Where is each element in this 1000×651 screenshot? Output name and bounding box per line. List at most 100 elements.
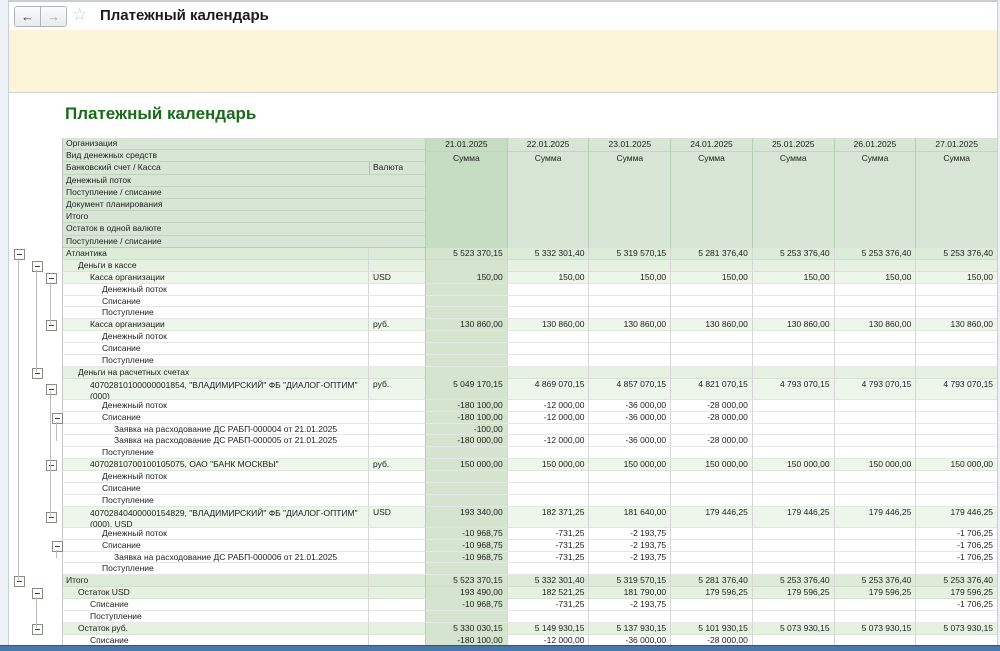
amount-cell[interactable] [588,495,670,507]
sum-header-cell[interactable]: Сумма [671,152,752,165]
currency-cell[interactable] [368,471,425,483]
row-label-cell[interactable]: Денежный поток [62,331,368,343]
date-column-header[interactable]: 21.01.2025Сумма [425,138,507,248]
amount-cell[interactable]: 150 000,00 [507,459,589,471]
amount-cell[interactable] [425,284,507,296]
amount-cell[interactable]: -180 100,00 [425,400,507,412]
amount-cell[interactable] [588,611,670,623]
currency-cell[interactable] [368,307,425,319]
amount-cell[interactable]: 130 860,00 [588,319,670,331]
amount-cell[interactable]: 5 137 930,15 [588,623,670,635]
date-column-header[interactable]: 25.01.2025Сумма [752,138,834,248]
amount-cell[interactable] [670,447,752,459]
amount-cell[interactable] [507,611,589,623]
amount-cell[interactable] [670,343,752,355]
amount-cell[interactable] [588,563,670,575]
amount-cell[interactable] [507,471,589,483]
amount-cell[interactable] [834,355,916,367]
amount-cell[interactable] [752,424,834,436]
amount-cell[interactable] [752,307,834,319]
amount-cell[interactable]: 5 281 376,40 [670,248,752,260]
amount-cell[interactable] [588,471,670,483]
amount-cell[interactable]: 5 073 930,15 [915,623,997,635]
amount-cell[interactable] [915,483,997,495]
amount-cell[interactable] [507,367,589,379]
amount-cell[interactable]: 179 596,25 [752,587,834,599]
currency-cell[interactable] [368,635,425,645]
amount-cell[interactable]: 150,00 [915,272,997,284]
date-column-header[interactable]: 22.01.2025Сумма [507,138,589,248]
amount-cell[interactable]: 130 860,00 [425,319,507,331]
amount-cell[interactable]: 5 253 376,40 [834,248,916,260]
amount-cell[interactable]: -731,25 [507,552,589,564]
amount-cell[interactable]: 5 253 376,40 [752,575,834,587]
forward-button[interactable]: → [40,7,66,26]
currency-cell[interactable]: руб. [368,379,425,400]
date-column-header[interactable]: 23.01.2025Сумма [588,138,670,248]
amount-cell[interactable] [834,331,916,343]
row-label-cell[interactable]: Списание [62,296,368,308]
currency-cell[interactable] [368,331,425,343]
amount-cell[interactable]: -2 193,75 [588,599,670,611]
row-label-cell[interactable]: 40702840400000154829, "ВЛАДИМИРСКИЙ" ФБ … [62,507,368,528]
row-label-cell[interactable]: Деньги в кассе [62,260,368,272]
amount-cell[interactable]: 4 793 070,15 [752,379,834,400]
amount-cell[interactable] [752,284,834,296]
amount-cell[interactable]: 130 860,00 [834,319,916,331]
currency-cell[interactable] [368,284,425,296]
amount-cell[interactable]: 5 149 930,15 [507,623,589,635]
amount-cell[interactable] [425,471,507,483]
currency-cell[interactable] [368,367,425,379]
amount-cell[interactable]: 5 253 376,40 [834,575,916,587]
amount-cell[interactable]: 150,00 [588,272,670,284]
currency-cell[interactable]: USD [368,272,425,284]
collapse-toggle[interactable] [52,413,63,424]
date-header-cell[interactable]: 27.01.2025 [916,138,997,152]
amount-cell[interactable]: 150 000,00 [670,459,752,471]
row-label-cell[interactable]: Денежный поток [62,528,368,540]
amount-cell[interactable] [670,552,752,564]
currency-cell[interactable] [368,540,425,552]
amount-cell[interactable] [834,307,916,319]
amount-cell[interactable] [915,635,997,645]
amount-cell[interactable]: 4 793 070,15 [834,379,916,400]
amount-cell[interactable]: -28 000,00 [670,412,752,424]
amount-cell[interactable] [670,284,752,296]
collapse-toggle[interactable] [52,541,63,552]
amount-cell[interactable]: 5 332 301,40 [507,575,589,587]
amount-cell[interactable]: 150,00 [425,272,507,284]
amount-cell[interactable] [834,447,916,459]
amount-cell[interactable]: -36 000,00 [588,412,670,424]
header-label-cell[interactable]: Денежный поток [63,175,369,186]
date-header-cell[interactable]: 25.01.2025 [753,138,834,152]
amount-cell[interactable]: -10 968,75 [425,528,507,540]
amount-cell[interactable]: 5 523 370,15 [425,575,507,587]
amount-cell[interactable]: 4 793 070,15 [915,379,997,400]
row-label-cell[interactable]: Остаток руб. [62,623,368,635]
amount-cell[interactable] [834,483,916,495]
amount-cell[interactable]: 181 640,00 [588,507,670,528]
amount-cell[interactable] [915,495,997,507]
amount-cell[interactable] [588,284,670,296]
amount-cell[interactable]: -1 706,25 [915,552,997,564]
amount-cell[interactable]: 5 319 570,15 [588,575,670,587]
currency-cell[interactable]: USD [368,507,425,528]
amount-cell[interactable] [507,343,589,355]
row-label-cell[interactable]: Заявка на расходование ДС РАБП-000004 от… [62,424,368,436]
amount-cell[interactable] [915,412,997,424]
currency-header-cell[interactable] [369,187,425,198]
amount-cell[interactable] [588,483,670,495]
amount-cell[interactable] [670,424,752,436]
amount-cell[interactable] [752,552,834,564]
amount-cell[interactable]: 181 790,00 [588,587,670,599]
amount-cell[interactable]: 179 596,25 [915,587,997,599]
amount-cell[interactable]: -28 000,00 [670,435,752,447]
date-header-cell[interactable]: 23.01.2025 [589,138,670,152]
currency-cell[interactable] [368,248,425,260]
amount-cell[interactable] [752,400,834,412]
currency-cell[interactable] [368,483,425,495]
sum-header-cell[interactable]: Сумма [426,152,507,165]
amount-cell[interactable]: -12 000,00 [507,635,589,645]
amount-cell[interactable] [834,296,916,308]
amount-cell[interactable]: 5 073 930,15 [834,623,916,635]
